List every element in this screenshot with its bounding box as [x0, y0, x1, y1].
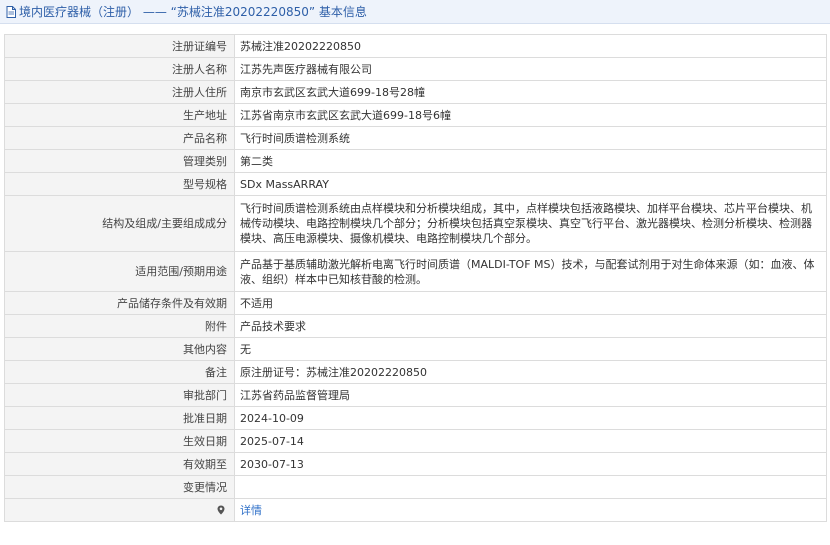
table-row: 附件 产品技术要求 [4, 314, 827, 338]
detail-label [4, 498, 235, 522]
field-value: 第二类 [234, 149, 827, 173]
field-value: 飞行时间质谱检测系统由点样模块和分析模块组成，其中，点样模块包括液路模块、加样平… [234, 195, 827, 252]
table-row: 型号规格 SDx MassARRAY [4, 172, 827, 196]
field-label: 产品名称 [4, 126, 235, 150]
table-row-detail: 详情 [4, 498, 827, 522]
header-separator: —— [139, 5, 171, 19]
table-row: 结构及组成/主要组成成分 飞行时间质谱检测系统由点样模块和分析模块组成，其中，点… [4, 195, 827, 252]
field-value-text: 飞行时间质谱检测系统由点样模块和分析模块组成，其中，点样模块包括液路模块、加样平… [240, 202, 812, 245]
table-row: 有效期至 2030-07-13 [4, 452, 827, 476]
detail-value: 详情 [234, 498, 827, 522]
page-header: 境内医疗器械（注册） —— “苏械注准20202220850” 基本信息 [0, 0, 830, 24]
field-label: 备注 [4, 360, 235, 384]
field-value [234, 475, 827, 499]
field-label: 管理类别 [4, 149, 235, 173]
document-icon [6, 5, 16, 18]
field-value: 2024-10-09 [234, 406, 827, 430]
field-label: 生效日期 [4, 429, 235, 453]
field-value: 飞行时间质谱检测系统 [234, 126, 827, 150]
field-value: 无 [234, 337, 827, 361]
table-row: 审批部门 江苏省药品监督管理局 [4, 383, 827, 407]
field-value: 产品基于基质辅助激光解析电离飞行时间质谱（MALDI-TOF MS）技术，与配套… [234, 251, 827, 292]
field-label: 生产地址 [4, 103, 235, 127]
field-value-text: 产品基于基质辅助激光解析电离飞行时间质谱（MALDI-TOF MS）技术，与配套… [240, 257, 815, 286]
field-label: 结构及组成/主要组成成分 [4, 195, 235, 252]
field-value: 江苏先声医疗器械有限公司 [234, 57, 827, 81]
field-label: 注册人名称 [4, 57, 235, 81]
location-pin-icon [217, 505, 225, 514]
field-value: 南京市玄武区玄武大道699-18号28幢 [234, 80, 827, 104]
table-row: 产品名称 飞行时间质谱检测系统 [4, 126, 827, 150]
field-value: 原注册证号：苏械注准20202220850 [234, 360, 827, 384]
header-title-cert: “苏械注准20202220850” [170, 5, 316, 19]
field-value: 2025-07-14 [234, 429, 827, 453]
field-label: 变更情况 [4, 475, 235, 499]
info-table: 注册证编号 苏械注准20202220850 注册人名称 江苏先声医疗器械有限公司… [4, 34, 827, 522]
info-table-wrapper: 注册证编号 苏械注准20202220850 注册人名称 江苏先声医疗器械有限公司… [4, 34, 827, 522]
field-value: 江苏省南京市玄武区玄武大道699-18号6幢 [234, 103, 827, 127]
field-value: 不适用 [234, 291, 827, 315]
table-row: 批准日期 2024-10-09 [4, 406, 827, 430]
field-value: 苏械注准20202220850 [234, 34, 827, 58]
field-value: 江苏省药品监督管理局 [234, 383, 827, 407]
table-row: 注册人名称 江苏先声医疗器械有限公司 [4, 57, 827, 81]
table-row: 备注 原注册证号：苏械注准20202220850 [4, 360, 827, 384]
field-label: 产品储存条件及有效期 [4, 291, 235, 315]
field-label: 注册人住所 [4, 80, 235, 104]
table-row: 产品储存条件及有效期 不适用 [4, 291, 827, 315]
field-label: 审批部门 [4, 383, 235, 407]
header-title-category: 境内医疗器械（注册） [19, 5, 140, 19]
table-row: 适用范围/预期用途 产品基于基质辅助激光解析电离飞行时间质谱（MALDI-TOF… [4, 251, 827, 292]
table-row: 变更情况 [4, 475, 827, 499]
field-label: 注册证编号 [4, 34, 235, 58]
field-label: 其他内容 [4, 337, 235, 361]
field-label: 型号规格 [4, 172, 235, 196]
field-label: 适用范围/预期用途 [4, 251, 235, 292]
field-value: 2030-07-13 [234, 452, 827, 476]
table-row: 其他内容 无 [4, 337, 827, 361]
field-label: 附件 [4, 314, 235, 338]
header-title-suffix: 基本信息 [315, 5, 367, 19]
field-value: 产品技术要求 [234, 314, 827, 338]
field-label: 批准日期 [4, 406, 235, 430]
table-row: 生产地址 江苏省南京市玄武区玄武大道699-18号6幢 [4, 103, 827, 127]
detail-link[interactable]: 详情 [240, 504, 262, 517]
table-row: 管理类别 第二类 [4, 149, 827, 173]
table-row: 注册证编号 苏械注准20202220850 [4, 34, 827, 58]
field-label: 有效期至 [4, 452, 235, 476]
table-row: 生效日期 2025-07-14 [4, 429, 827, 453]
table-row: 注册人住所 南京市玄武区玄武大道699-18号28幢 [4, 80, 827, 104]
field-value: SDx MassARRAY [234, 172, 827, 196]
